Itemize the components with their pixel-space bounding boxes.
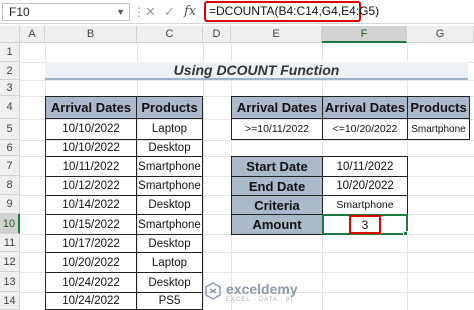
column-header-g[interactable]: G	[407, 26, 474, 43]
data-cell-date[interactable]: 10/20/2022	[45, 252, 137, 273]
data-cell-product[interactable]: Desktop	[136, 139, 203, 157]
column-header-f[interactable]: F	[322, 26, 407, 43]
name-box-value: F10	[9, 5, 30, 19]
amount-label[interactable]: Amount	[231, 214, 323, 235]
end-date-label[interactable]: End Date	[231, 176, 323, 196]
row-header-6[interactable]: 6	[0, 140, 20, 156]
start-date-value[interactable]: 10/11/2022	[322, 156, 408, 177]
cancel-icon[interactable]: ✕	[145, 2, 156, 22]
data-cell-product[interactable]: Desktop	[136, 272, 203, 293]
data-cell-product[interactable]: Desktop	[136, 234, 203, 253]
row-header-9[interactable]: 9	[0, 195, 20, 214]
data-cell-product[interactable]: PS5	[136, 292, 203, 310]
column-header-d[interactable]: D	[203, 26, 231, 43]
data-cell-product[interactable]: Smartphone	[136, 214, 203, 235]
row-header-4[interactable]: 4	[0, 96, 20, 119]
column-header-a[interactable]: A	[20, 26, 45, 43]
data-cell-product[interactable]: Desktop	[136, 195, 203, 215]
criteria-value[interactable]: Smartphone	[322, 195, 408, 215]
chevron-down-icon[interactable]: ▼	[116, 4, 125, 20]
formula-icons: ✕ ✓ fx	[142, 2, 202, 22]
criteria-cell-end[interactable]: <=10/20/2022	[322, 118, 408, 140]
watermark-text: exceldemy	[226, 281, 298, 297]
watermark-subtitle: EXCEL · DATA · BI	[226, 297, 294, 303]
column-header-b[interactable]: B	[45, 26, 137, 43]
column-header-e[interactable]: E	[231, 26, 322, 43]
data-cell-product[interactable]: Laptop	[136, 252, 203, 273]
criteria-label[interactable]: Criteria	[231, 195, 323, 215]
criteria-header-arrival-dates-start[interactable]: Arrival Dates	[231, 96, 323, 119]
gridline	[20, 80, 474, 81]
data-cell-date[interactable]: 10/12/2022	[45, 176, 137, 196]
data-cell-date[interactable]: 10/10/2022	[45, 139, 137, 157]
data-cell-date[interactable]: 10/24/2022	[45, 272, 137, 293]
criteria-header-products[interactable]: Products	[407, 96, 470, 119]
amount-cell-selected[interactable]: 3	[322, 214, 408, 235]
amount-value: 3	[349, 215, 381, 234]
row-header-10[interactable]: 10	[0, 214, 20, 234]
criteria-cell-product[interactable]: Smartphone	[407, 118, 470, 140]
row-header-7[interactable]: 7	[0, 156, 20, 176]
data-header-arrival-dates[interactable]: Arrival Dates	[45, 96, 137, 119]
data-cell-date[interactable]: 10/24/2022	[45, 292, 137, 310]
row-header-3[interactable]: 3	[0, 80, 20, 96]
select-all-corner[interactable]	[0, 26, 20, 43]
enter-icon[interactable]: ✓	[164, 2, 175, 22]
data-cell-date[interactable]: 10/17/2022	[45, 234, 137, 253]
data-cell-date[interactable]: 10/15/2022	[45, 214, 137, 235]
row-header-1[interactable]: 1	[0, 43, 20, 62]
row-header-14[interactable]: 14	[0, 292, 20, 310]
criteria-header-arrival-dates-end[interactable]: Arrival Dates	[322, 96, 408, 119]
drag-handle-icon[interactable]: ⋮	[133, 4, 145, 20]
name-box[interactable]: F10 ▼	[2, 3, 130, 21]
column-header-c[interactable]: C	[137, 26, 203, 43]
data-cell-date[interactable]: 10/11/2022	[45, 156, 137, 177]
data-cell-product[interactable]: Laptop	[136, 118, 203, 140]
row-header-2[interactable]: 2	[0, 62, 20, 80]
formula-input[interactable]: =DCOUNTA(B4:C14,G4,E4:G5)	[204, 1, 379, 22]
data-cell-date[interactable]: 10/10/2022	[45, 118, 137, 140]
exceldemy-logo-icon	[205, 282, 221, 300]
data-cell-product[interactable]: Smartphone	[136, 156, 203, 177]
start-date-label[interactable]: Start Date	[231, 156, 323, 177]
row-header-13[interactable]: 13	[0, 272, 20, 292]
row-header-11[interactable]: 11	[0, 234, 20, 252]
row-header-12[interactable]: 12	[0, 252, 20, 272]
data-cell-date[interactable]: 10/14/2022	[45, 195, 137, 215]
exceldemy-watermark: exceldemy EXCEL · DATA · BI	[204, 278, 334, 306]
sheet-title[interactable]: Using DCOUNT Function	[45, 62, 468, 80]
end-date-value[interactable]: 10/20/2022	[322, 176, 408, 196]
fill-handle[interactable]	[403, 231, 408, 236]
data-header-products[interactable]: Products	[136, 96, 203, 119]
fx-icon[interactable]: fx	[184, 2, 196, 22]
criteria-cell-start[interactable]: >=10/11/2022	[231, 118, 323, 140]
data-cell-product[interactable]: Smartphone	[136, 176, 203, 196]
row-header-8[interactable]: 8	[0, 176, 20, 195]
row-header-5[interactable]: 5	[0, 119, 20, 140]
